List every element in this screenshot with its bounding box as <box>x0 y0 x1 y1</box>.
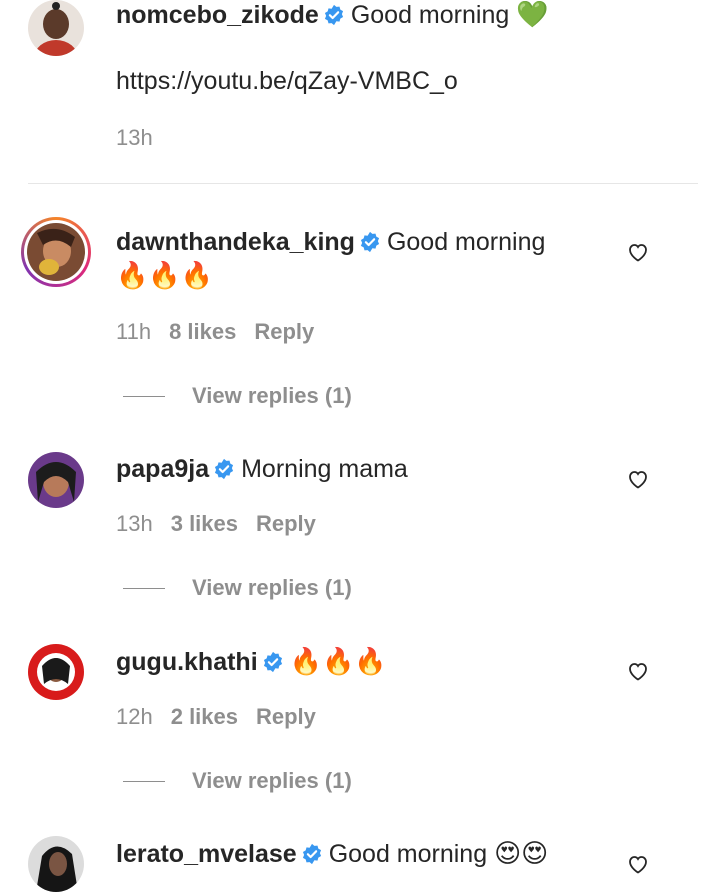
verified-badge-icon <box>213 457 235 487</box>
heart-outline-icon[interactable] <box>626 852 650 876</box>
timestamp: 11h <box>116 319 152 344</box>
reply-button[interactable]: Reply <box>254 319 314 344</box>
fire-emoji: 🔥🔥🔥 <box>116 261 214 291</box>
caption-link[interactable]: https://youtu.be/qZay-VMBC_o <box>116 66 458 96</box>
verified-badge-icon <box>323 3 345 33</box>
comment-meta: 11h 8 likes Reply <box>116 319 332 345</box>
verified-badge-icon <box>301 842 323 872</box>
comment-meta: 13h 3 likes Reply <box>116 511 334 537</box>
comment-line: dawnthandeka_king Good morning <box>116 227 545 260</box>
fire-emoji: 🔥🔥🔥 <box>289 647 387 677</box>
view-replies-button[interactable]: View replies (1) <box>192 575 352 601</box>
avatar[interactable] <box>28 836 84 892</box>
avatar <box>27 223 85 281</box>
username[interactable]: lerato_mvelase <box>116 840 297 868</box>
comment-line: lerato_mvelase Good morning 😍😍 <box>116 839 548 872</box>
reply-button[interactable]: Reply <box>256 704 316 729</box>
username[interactable]: nomcebo_zikode <box>116 1 319 29</box>
likes-count[interactable]: 2 likes <box>171 704 238 729</box>
avatar[interactable] <box>28 644 84 700</box>
timestamp: 12h <box>116 704 153 729</box>
heart-outline-icon[interactable] <box>626 659 650 683</box>
heart-outline-icon[interactable] <box>626 467 650 491</box>
avatar-story-ring[interactable] <box>21 217 91 287</box>
caption-line: nomcebo_zikode Good morning 💚 <box>116 0 549 33</box>
divider <box>28 183 698 184</box>
username[interactable]: gugu.khathi <box>116 648 258 676</box>
comment-line: gugu.khathi 🔥🔥🔥 <box>116 647 387 680</box>
verified-badge-icon <box>359 230 381 260</box>
view-replies-button[interactable]: View replies (1) <box>192 383 352 409</box>
comment-line: papa9ja Morning mama <box>116 454 408 487</box>
timestamp: 13h <box>116 125 153 150</box>
username[interactable]: papa9ja <box>116 455 209 483</box>
timestamp: 13h <box>116 511 153 536</box>
reply-line <box>123 781 165 782</box>
username[interactable]: dawnthandeka_king <box>116 228 355 256</box>
comment-text: Morning mama <box>241 455 408 483</box>
reply-button[interactable]: Reply <box>256 511 316 536</box>
view-replies-button[interactable]: View replies (1) <box>192 768 352 794</box>
likes-count[interactable]: 8 likes <box>169 319 236 344</box>
reply-line <box>123 588 165 589</box>
avatar[interactable] <box>28 452 84 508</box>
caption-time: 13h <box>116 125 171 151</box>
likes-count[interactable]: 3 likes <box>171 511 238 536</box>
heart-eyes-emoji: 😍😍 <box>494 839 549 869</box>
caption-text: Good morning <box>350 1 510 29</box>
green-heart-emoji: 💚 <box>516 0 549 30</box>
comment-text: Good morning <box>328 840 488 868</box>
avatar[interactable] <box>28 0 84 56</box>
heart-outline-icon[interactable] <box>626 240 650 264</box>
verified-badge-icon <box>262 650 284 680</box>
comment-text: Good morning <box>386 228 546 256</box>
reply-line <box>123 396 165 397</box>
comment-meta: 12h 2 likes Reply <box>116 704 334 730</box>
